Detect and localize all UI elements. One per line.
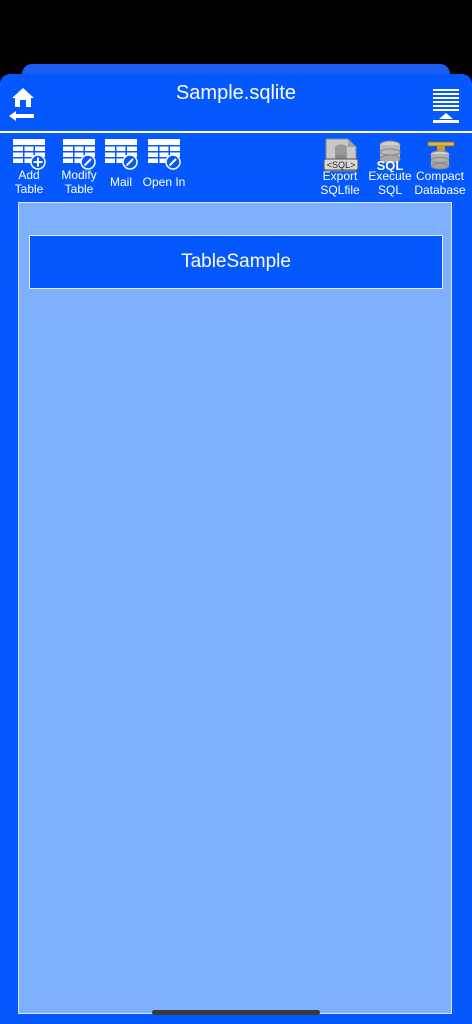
app-window: Sample.sqlite Add Table Modify Table Mai… (0, 74, 472, 1024)
home-back-button[interactable] (8, 86, 38, 122)
sql-file-export-icon: <SQL> (323, 138, 359, 172)
compact-database-label: Compact Database (414, 169, 466, 197)
table-add-icon (13, 139, 46, 170)
compact-database-icon (427, 141, 455, 170)
modify-table-label: Modify Table (61, 168, 97, 196)
add-table-label: Add Table (14, 168, 44, 196)
mail-label: Mail (109, 175, 132, 189)
execute-sql-label: Execute SQL (368, 169, 412, 197)
export-sqlfile-label: Export SQLfile (320, 169, 360, 197)
table-open-in-icon (148, 139, 181, 170)
mail-button[interactable]: Mail (102, 138, 140, 189)
screen: Sample.sqlite Add Table Modify Table Mai… (0, 0, 472, 1024)
table-name: TableSample (181, 251, 291, 272)
database-sql-icon: SQL (377, 140, 403, 172)
menu-lines-icon (433, 89, 459, 123)
export-sqlfile-button[interactable]: <SQL> Export SQLfile (318, 138, 362, 197)
table-edit-icon (63, 139, 96, 170)
open-in-button[interactable]: Open In (142, 138, 186, 189)
modify-table-button[interactable]: Modify Table (58, 138, 100, 196)
home-back-icon (9, 88, 34, 121)
table-list-item[interactable]: TableSample (29, 235, 443, 289)
add-table-button[interactable]: Add Table (8, 138, 50, 196)
home-indicator[interactable] (152, 1010, 320, 1015)
header-divider (0, 131, 472, 133)
table-mail-icon (105, 139, 138, 170)
table-list[interactable]: TableSample (18, 202, 452, 1014)
execute-sql-button[interactable]: SQL Execute SQL (368, 138, 412, 197)
compact-database-button[interactable]: Compact Database (414, 138, 466, 197)
menu-button[interactable] (432, 88, 460, 124)
open-in-label: Open In (142, 175, 186, 189)
page-title: Sample.sqlite (175, 82, 297, 104)
